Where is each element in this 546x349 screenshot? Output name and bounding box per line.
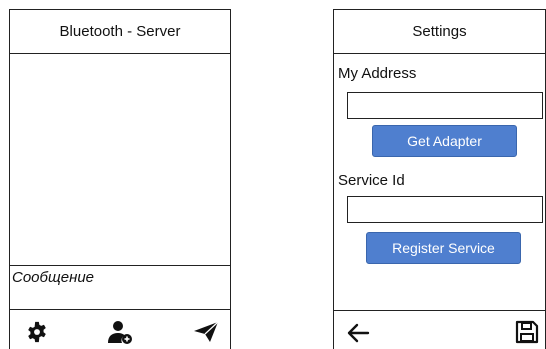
my-address-label: My Address [338,65,417,82]
back-arrow-icon[interactable] [346,322,370,344]
settings-title-bar: Settings [334,10,545,54]
settings-toolbar-divider [334,310,545,311]
get-adapter-button[interactable]: Get Adapter [372,125,517,157]
send-icon[interactable] [193,321,219,343]
service-id-label: Service Id [338,172,405,189]
message-log [10,54,230,266]
user-add-icon[interactable] [107,319,133,345]
save-icon[interactable] [514,319,540,345]
server-title: Bluetooth - Server [59,23,181,40]
gear-icon[interactable] [26,321,48,343]
server-title-bar: Bluetooth - Server [10,10,230,54]
server-screen: Bluetooth - Server Сообщение [9,9,231,349]
settings-title: Settings [412,23,467,40]
register-service-button[interactable]: Register Service [366,232,521,264]
my-address-field[interactable] [347,92,543,119]
service-id-field[interactable] [347,196,543,223]
settings-screen: Settings My Address Get Adapter Service … [333,9,546,349]
message-input[interactable]: Сообщение [10,266,230,310]
